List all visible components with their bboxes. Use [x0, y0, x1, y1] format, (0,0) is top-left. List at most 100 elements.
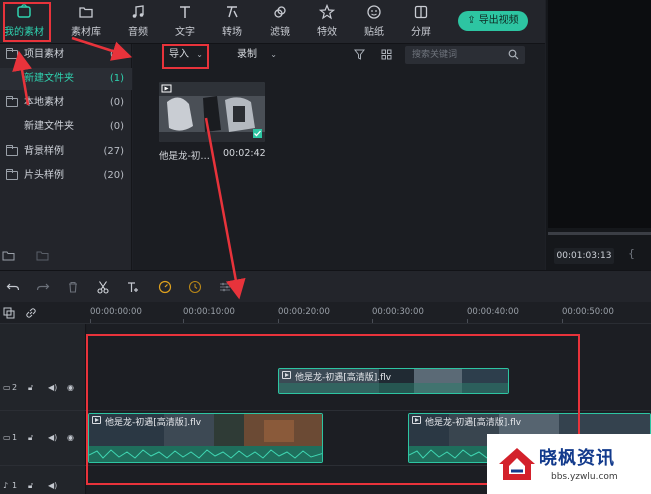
folder-icon	[6, 48, 18, 59]
top-toolbar: 我的素材 素材库 音频 文字 转场 滤镜 特效 贴纸 分屏 ⇪ 导出视频	[0, 0, 545, 44]
grid-view-icon[interactable]	[381, 49, 392, 60]
annotation-box-my-media	[3, 2, 51, 42]
tool-text[interactable]: 文字	[161, 2, 209, 42]
filter-funnel-icon[interactable]	[354, 49, 365, 60]
sidebar-item-count: (1)	[109, 49, 124, 60]
track-header-video-2: ▭ 2 🔓︎ ◀) ◉	[0, 324, 86, 410]
search-placeholder: 搜索关键词	[412, 50, 458, 60]
timeline-ruler[interactable]: 00:00:00:00 00:00:10:00 00:00:20:00 00:0…	[0, 302, 651, 324]
lock-icon[interactable]: 🔓︎	[28, 383, 33, 393]
music-note-icon	[132, 5, 144, 18]
sidebar-item-count: (1)	[109, 73, 124, 84]
search-icon	[508, 49, 519, 60]
preview-brace-icon[interactable]: {	[628, 247, 635, 260]
folder-icon	[6, 145, 18, 156]
ruler-tick	[90, 319, 91, 323]
sidebar-item-project-media[interactable]: 项目素材 (1)	[0, 44, 132, 66]
tool-library[interactable]: 素材库	[62, 2, 110, 42]
speaker-icon[interactable]: ◀)	[48, 481, 57, 490]
sticker-icon	[367, 5, 381, 19]
clip-thumbnail-image	[159, 82, 265, 142]
filter-icon	[274, 6, 286, 18]
audio-track-icon: ♪	[3, 481, 9, 490]
tool-label: 转场	[222, 27, 242, 38]
library-icon	[79, 7, 93, 18]
chevron-down-icon: ⌄	[270, 50, 277, 59]
split-screen-icon	[414, 5, 428, 19]
sidebar-item-label: 本地素材	[24, 97, 64, 108]
sidebar-item-background-samples[interactable]: 背景样例 (27)	[0, 141, 132, 163]
video-track-icon: ▭	[3, 433, 11, 442]
freeze-icon[interactable]	[188, 280, 202, 294]
preview-progress-bar[interactable]	[548, 232, 651, 235]
tool-label: 素材库	[71, 27, 101, 38]
sidebar-item-count: (0)	[109, 97, 124, 108]
ruler-label: 00:00:50:00	[562, 307, 614, 317]
search-input[interactable]: 搜索关键词	[405, 46, 525, 64]
redo-icon[interactable]	[36, 280, 50, 294]
tool-label: 贴纸	[364, 27, 384, 38]
lock-icon[interactable]: 🔓︎	[28, 481, 33, 491]
undo-icon[interactable]	[6, 280, 20, 294]
tool-label: 分屏	[411, 27, 431, 38]
sidebar-footer	[0, 248, 132, 264]
watermark-url: bbs.yzwlu.com	[551, 472, 618, 482]
folder-icon	[6, 96, 18, 107]
tool-split-screen[interactable]: 分屏	[397, 2, 445, 42]
preview-timecode: 00:01:03:13	[554, 248, 614, 264]
sidebar-item-new-folder-local[interactable]: 新建文件夹 (0)	[0, 116, 132, 138]
folder-outline-icon[interactable]	[36, 250, 49, 261]
media-clip-thumbnail[interactable]	[159, 82, 265, 142]
eye-icon[interactable]: ◉	[67, 383, 74, 392]
speaker-icon[interactable]: ◀)	[48, 433, 57, 442]
sidebar-item-label: 项目素材	[24, 49, 64, 60]
ruler-tick	[562, 319, 563, 323]
app-window: 我的素材 素材库 音频 文字 转场 滤镜 特效 贴纸 分屏 ⇪ 导出视频 项目素…	[0, 0, 651, 494]
media-panel: 导入 ⌄ 录制 ⌄ 搜索关键词 他是龙-初… 00:02:42	[133, 44, 545, 270]
sidebar-item-new-folder[interactable]: 新建文件夹 (1)	[0, 68, 132, 90]
tool-label: 文字	[175, 27, 195, 38]
tool-label: 特效	[317, 27, 337, 38]
annotation-box-import	[162, 44, 209, 69]
new-folder-icon[interactable]	[2, 250, 15, 261]
track-number: 1	[12, 433, 18, 442]
effects-icon	[319, 4, 335, 20]
preview-screen[interactable]	[548, 0, 651, 228]
delete-icon[interactable]	[66, 280, 80, 294]
tool-transition[interactable]: 转场	[208, 2, 256, 42]
adjust-icon[interactable]	[218, 280, 232, 294]
eye-icon[interactable]: ◉	[67, 433, 74, 442]
watermark-logo	[499, 448, 535, 480]
sidebar-item-count: (20)	[103, 170, 124, 181]
export-video-button[interactable]: ⇪ 导出视频	[458, 11, 528, 31]
track-number: 1	[12, 481, 18, 490]
link-icon[interactable]	[25, 307, 37, 319]
lock-icon[interactable]: 🔓︎	[28, 433, 33, 443]
tool-filter[interactable]: 滤镜	[256, 2, 304, 42]
tool-label: 音频	[128, 27, 148, 38]
ruler-tick	[278, 319, 279, 323]
tool-audio[interactable]: 音频	[114, 2, 162, 42]
tool-sticker[interactable]: 贴纸	[350, 2, 398, 42]
ruler-tick	[183, 319, 184, 323]
sidebar-item-label: 片头样例	[24, 170, 64, 181]
sidebar-item-label: 新建文件夹	[24, 73, 74, 84]
speed-icon[interactable]	[158, 280, 172, 294]
tool-effects[interactable]: 特效	[303, 2, 351, 42]
snap-icon[interactable]	[3, 307, 15, 319]
record-dropdown[interactable]: 录制 ⌄	[231, 46, 283, 64]
video-track-icon: ▭	[3, 383, 11, 392]
sidebar-item-local-media[interactable]: 本地素材 (0)	[0, 92, 132, 114]
track-header-video-1: ▭ 1 🔓︎ ◀) ◉	[0, 411, 86, 465]
text-add-icon[interactable]	[126, 280, 140, 294]
tool-label: 滤镜	[270, 27, 290, 38]
ruler-label: 00:00:30:00	[372, 307, 424, 317]
ruler-tick	[467, 319, 468, 323]
preview-panel: 00:01:03:13 {	[546, 0, 651, 270]
sidebar-item-intro-samples[interactable]: 片头样例 (20)	[0, 165, 132, 187]
track-number: 2	[12, 383, 18, 392]
clip-duration: 00:02:42	[223, 148, 266, 159]
watermark-title: 晓枫资讯	[539, 448, 615, 469]
scissors-icon[interactable]	[96, 280, 110, 294]
speaker-icon[interactable]: ◀)	[48, 383, 57, 392]
